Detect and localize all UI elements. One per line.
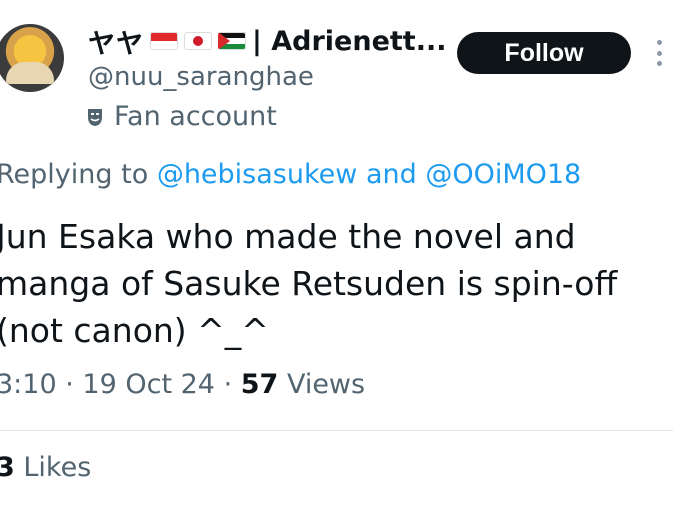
replying-to: Replying to @hebisasukew and @OOiMO18 xyxy=(0,159,581,190)
user-handle[interactable]: @nuu_saranghae xyxy=(88,62,314,92)
meta-separator: · xyxy=(223,369,233,400)
palestine-flag-icon xyxy=(218,32,246,50)
fan-account-text: Fan account xyxy=(114,101,277,132)
more-options-icon[interactable] xyxy=(654,40,664,66)
mention-link[interactable]: @OOiMO18 xyxy=(425,159,581,190)
likes-link[interactable]: 3 Likes xyxy=(0,452,91,483)
views-label: Views xyxy=(286,369,366,400)
tweet-line: Jun Esaka who made the novel and xyxy=(0,217,576,256)
kana-name: ヤヤ xyxy=(88,28,144,60)
tweet-line: (not canon) ^_^ xyxy=(0,311,269,350)
avatar[interactable] xyxy=(0,24,64,92)
replying-to-prefix: Replying to xyxy=(0,159,149,190)
japan-flag-icon xyxy=(184,32,212,50)
tweet-text: Jun Esaka who made the novel and manga o… xyxy=(0,213,686,354)
likes-label: Likes xyxy=(23,452,92,483)
tweet-meta: 3:10 · 19 Oct 24 · 57 Views xyxy=(0,369,365,400)
fan-account-label: Fan account xyxy=(86,101,277,132)
likes-count: 3 xyxy=(0,452,15,483)
tweet-date[interactable]: 19 Oct 24 xyxy=(82,369,215,400)
mention-link[interactable]: @hebisasukew xyxy=(157,159,358,190)
mask-icon xyxy=(88,108,102,126)
divider xyxy=(0,430,673,431)
views-count: 57 xyxy=(240,369,279,400)
display-name[interactable]: | Adrienett... xyxy=(252,26,446,57)
indonesia-flag-icon xyxy=(150,32,178,50)
tweet-line: manga of Sasuke Retsuden is spin-off xyxy=(0,264,618,303)
mention-joiner[interactable]: and xyxy=(366,159,417,190)
tweet-time[interactable]: 3:10 xyxy=(0,369,57,400)
follow-button[interactable]: Follow xyxy=(457,32,631,74)
meta-separator: · xyxy=(65,369,74,400)
user-name-row[interactable]: ヤヤ | Adrienett... xyxy=(88,22,446,60)
